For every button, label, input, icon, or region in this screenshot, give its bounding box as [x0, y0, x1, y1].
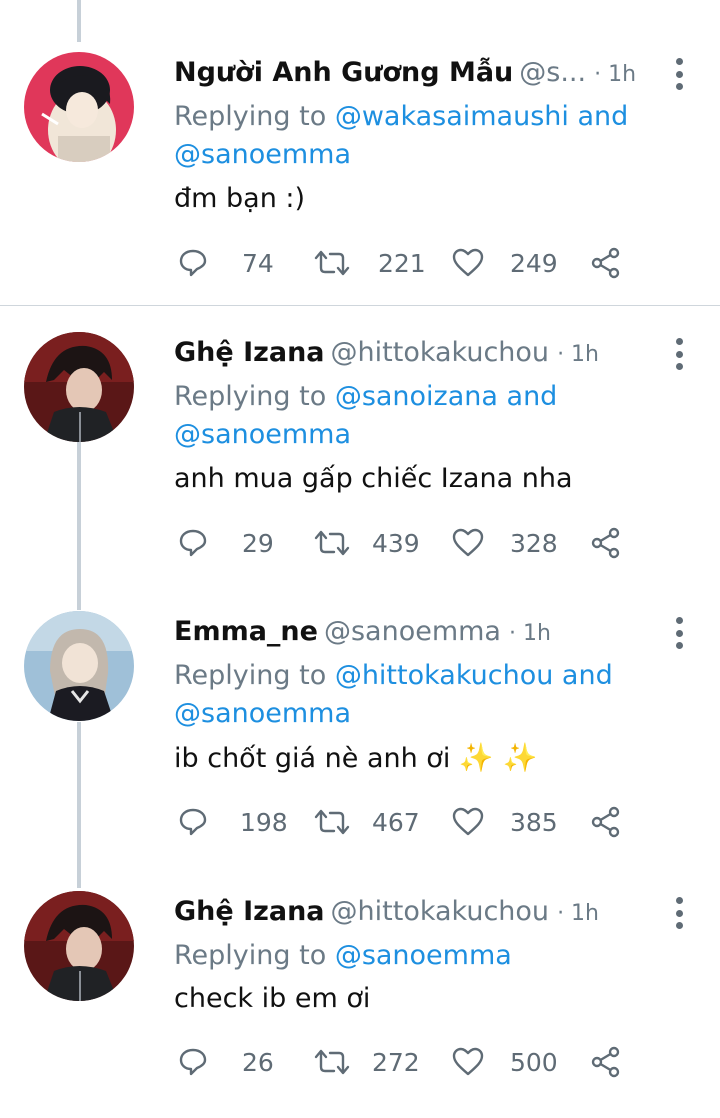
divider [0, 305, 720, 306]
reply-button[interactable]: 198 [178, 802, 288, 842]
retweet-button[interactable]: 439 [314, 523, 420, 563]
display-name[interactable]: Người Anh Gương Mẫu [174, 52, 513, 94]
display-name[interactable]: Ghệ Izana [174, 332, 325, 374]
like-count: 249 [510, 248, 558, 278]
avatar[interactable] [24, 611, 134, 721]
replying-label: Replying to [174, 940, 335, 971]
retweet-icon [314, 530, 350, 556]
like-button[interactable]: 249 [452, 243, 558, 283]
handle[interactable]: @hittokakuchou [331, 891, 550, 933]
share-button[interactable] [590, 802, 622, 842]
replying-label: Replying to [174, 381, 335, 412]
action-bar: 26 272 500 [178, 1042, 638, 1082]
share-icon [591, 247, 620, 279]
tweet-text: check ib em ơi [174, 983, 371, 1014]
retweet-count: 467 [372, 807, 420, 837]
like-count: 328 [510, 528, 558, 558]
more-icon[interactable] [672, 58, 686, 90]
handle[interactable]: @sanoemma [324, 611, 501, 653]
share-button[interactable] [590, 243, 622, 283]
tweet-text: đm bạn :) [174, 183, 306, 214]
replying-label: Replying to [174, 660, 335, 691]
retweet-icon [314, 250, 350, 276]
mention-link[interactable]: @sanoemma [174, 698, 351, 729]
handle[interactable]: @s... [519, 52, 586, 94]
retweet-count: 221 [378, 248, 426, 278]
replying-to: Replying to @hittokakuchou and @sanoemma [174, 657, 654, 733]
thread-line-top [77, 0, 81, 42]
replying-to: Replying to @wakasaimaushi and @sanoemma [174, 98, 654, 174]
avatar[interactable] [24, 891, 134, 1001]
share-icon [591, 1046, 620, 1078]
tweet-text: ib chốt giá nè anh ơi ✨ ✨ [174, 739, 538, 778]
tweet[interactable]: Emma_ne @sanoemma · 1h Replying to @hitt… [0, 611, 720, 861]
reply-count: 26 [242, 1047, 274, 1077]
mention-link[interactable]: @hittokakuchou [335, 660, 554, 691]
reply-button[interactable]: 26 [178, 1042, 274, 1082]
retweet-button[interactable]: 221 [314, 243, 426, 283]
share-button[interactable] [590, 523, 622, 563]
replying-label: Replying to [174, 101, 335, 132]
tweet[interactable]: Ghệ Izana @hittokakuchou · 1h Replying t… [0, 891, 720, 1106]
mention-link[interactable]: @wakasaimaushi [335, 101, 569, 132]
reply-icon [179, 1048, 207, 1076]
tweet-text: anh mua gấp chiếc Izana nha [174, 463, 573, 494]
avatar[interactable] [24, 52, 134, 162]
reply-icon [179, 808, 207, 836]
mention-link[interactable]: @sanoemma [174, 139, 351, 170]
like-icon [452, 248, 484, 277]
action-bar: 198 467 385 [178, 802, 638, 842]
sparkles-emoji: ✨ ✨ [458, 741, 538, 774]
mention-link[interactable]: @sanoemma [174, 419, 351, 450]
reply-button[interactable]: 29 [178, 523, 274, 563]
retweet-count: 439 [372, 528, 420, 558]
tweet-text-content: ib chốt giá nè anh ơi [174, 743, 451, 774]
like-icon [452, 528, 484, 557]
action-bar: 29 439 328 [178, 523, 638, 563]
handle[interactable]: @hittokakuchou [331, 332, 550, 374]
retweet-button[interactable]: 467 [314, 802, 420, 842]
reply-icon [179, 529, 207, 557]
more-icon[interactable] [672, 338, 686, 370]
tweet[interactable]: Ghệ Izana @hittokakuchou · 1h Replying t… [0, 332, 720, 582]
timestamp: · 1h [557, 342, 599, 367]
display-name[interactable]: Emma_ne [174, 611, 318, 653]
replying-and: and [568, 101, 629, 132]
replying-to: Replying to @sanoizana and @sanoemma [174, 378, 654, 454]
reply-icon [179, 249, 207, 277]
replying-and: and [497, 381, 558, 412]
tweet[interactable]: Người Anh Gương Mẫu @s... · 1h Replying … [0, 52, 720, 302]
action-bar: 74 221 249 [178, 243, 638, 283]
reply-count: 29 [242, 528, 274, 558]
reply-button[interactable]: 74 [178, 243, 274, 283]
timestamp: · 1h [557, 901, 599, 926]
like-icon [452, 1047, 484, 1076]
mention-link[interactable]: @sanoizana [335, 381, 498, 412]
more-icon[interactable] [672, 897, 686, 929]
replying-and: and [553, 660, 613, 691]
share-icon [591, 806, 620, 838]
display-name[interactable]: Ghệ Izana [174, 891, 325, 933]
like-icon [452, 807, 484, 836]
like-count: 500 [510, 1047, 558, 1077]
share-button[interactable] [590, 1042, 622, 1082]
retweet-button[interactable]: 272 [314, 1042, 420, 1082]
like-button[interactable]: 500 [452, 1042, 558, 1082]
like-button[interactable]: 385 [452, 802, 558, 842]
retweet-icon [314, 809, 350, 835]
reply-count: 74 [242, 248, 274, 278]
like-count: 385 [510, 807, 558, 837]
retweet-icon [314, 1049, 350, 1075]
timestamp: · 1h [508, 621, 551, 646]
reply-count: 198 [240, 807, 288, 837]
avatar[interactable] [24, 332, 134, 442]
timestamp: · 1h [594, 62, 637, 87]
retweet-count: 272 [372, 1047, 420, 1077]
more-icon[interactable] [672, 617, 686, 649]
share-icon [591, 527, 620, 559]
replying-to: Replying to @sanoemma [174, 937, 654, 975]
mention-link[interactable]: @sanoemma [335, 940, 512, 971]
like-button[interactable]: 328 [452, 523, 558, 563]
